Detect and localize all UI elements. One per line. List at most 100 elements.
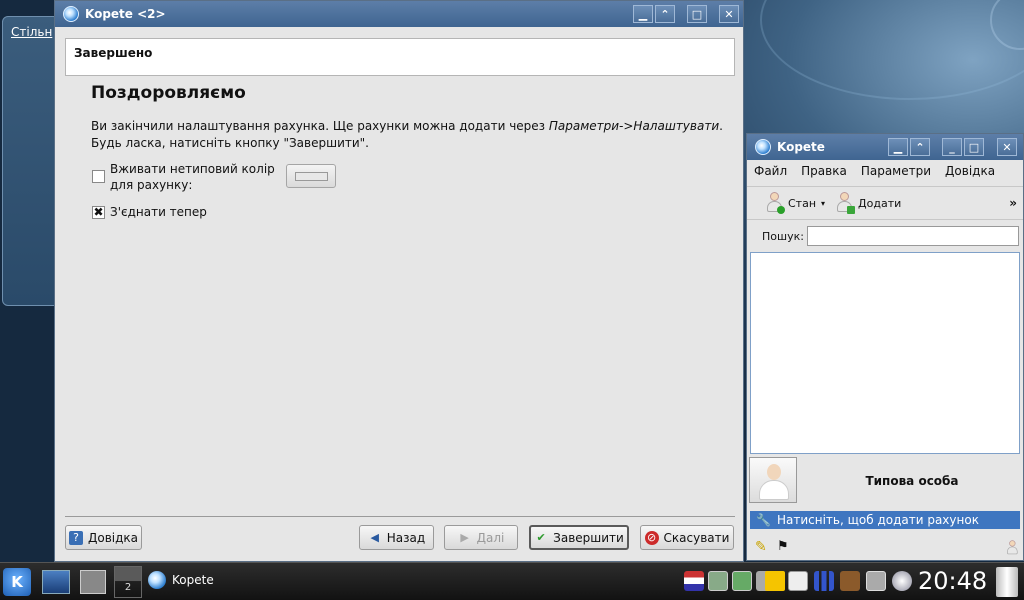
cancel-icon: ⊘	[644, 530, 659, 545]
add-label: Додати	[858, 196, 902, 210]
status-label: Стан	[788, 196, 817, 210]
connect-now-label[interactable]: З'єднати тепер	[110, 204, 207, 220]
kopete-app-icon	[755, 139, 771, 155]
page-header: Завершено	[65, 38, 735, 76]
flag-icon[interactable]: ⚑	[777, 539, 789, 554]
arrow-right-icon: ▶	[460, 530, 469, 544]
menu-help[interactable]: Довідка	[938, 164, 1002, 178]
keep-above-button[interactable]: ⌃	[655, 5, 675, 23]
wizard-window: Kopete <2> ▁ ⌃ □ ✕ Завершено Поздоровляє…	[54, 0, 744, 562]
minimize-button[interactable]: ▁	[633, 5, 653, 23]
checkmark-icon: ✔	[536, 530, 546, 544]
back-button[interactable]: ◀ Назад	[359, 525, 434, 550]
maximize-button[interactable]: □	[964, 138, 984, 156]
description-line1: Ви закінчили налаштування рахунка. Ще ра…	[91, 119, 549, 133]
kde-menu-icon[interactable]: K	[3, 568, 31, 596]
add-user-icon	[835, 192, 856, 214]
finish-label: Завершити	[553, 530, 624, 545]
minimize-button[interactable]: ▁	[888, 138, 908, 156]
wallet-icon[interactable]	[840, 571, 860, 591]
pager-desktop-1[interactable]	[115, 567, 141, 582]
description-menu-path: Параметри->Налаштувати	[548, 119, 720, 133]
signal-icon[interactable]	[814, 571, 834, 591]
avatar-body	[759, 480, 789, 500]
help-icon: ?	[68, 530, 83, 545]
main-toolbar: Стан ▾ Додати »	[747, 186, 1023, 220]
help-label: Довідка	[87, 530, 139, 545]
cancel-label: Скасувати	[663, 530, 730, 545]
kopete-titlebar[interactable]: Kopete ▁ ⌃ _ □ ✕	[747, 134, 1023, 160]
taskbar-task-kopete[interactable]: Kopete	[148, 571, 214, 589]
menu-edit[interactable]: Правка	[794, 164, 854, 178]
button-separator	[65, 516, 735, 517]
keep-above-button[interactable]: ⌃	[910, 138, 930, 156]
trash-icon[interactable]	[996, 567, 1018, 597]
menu-file[interactable]: Файл	[747, 164, 794, 178]
custom-color-label-line2: для рахунку:	[110, 178, 193, 192]
add-account-hint[interactable]: 🔧 Натисніть, щоб додати рахунок	[750, 511, 1020, 529]
cancel-button[interactable]: ⊘ Скасувати	[640, 525, 734, 550]
identity-name[interactable]: Типова особа	[807, 474, 1017, 488]
color-picker-button[interactable]	[286, 164, 336, 188]
pager[interactable]: 2	[114, 566, 142, 598]
status-button[interactable]: Стан ▾	[765, 192, 825, 214]
kopete-app-icon	[63, 6, 79, 22]
keyboard-layout-flag-icon[interactable]	[684, 571, 704, 591]
custom-color-checkbox[interactable]	[92, 170, 105, 183]
color-swatch	[295, 172, 328, 181]
description-line2: Будь ласка, натисніть кнопку "Завершити"…	[91, 136, 369, 150]
description-period: .	[719, 119, 723, 133]
custom-color-label-line1: Вживати нетиповий колір	[110, 162, 275, 176]
toolbar-overflow-button[interactable]: »	[1009, 196, 1017, 210]
search-input[interactable]	[807, 226, 1019, 246]
wallpaper-swirl	[760, 0, 1024, 100]
add-contact-button[interactable]: Додати	[835, 192, 901, 214]
folder-icon[interactable]	[765, 571, 785, 591]
wizard-title: Kopete <2>	[85, 7, 166, 21]
page-header-title: Завершено	[74, 46, 153, 60]
back-label: Назад	[386, 530, 426, 545]
maximize-button[interactable]: □	[687, 5, 707, 23]
file-manager-icon[interactable]	[80, 570, 106, 594]
task-label: Kopete	[172, 573, 214, 587]
account-status-icon[interactable]	[1006, 540, 1019, 555]
finish-button[interactable]: ✔ Завершити	[529, 525, 629, 550]
kopete-tray-icon[interactable]	[892, 571, 912, 591]
next-label: Далі	[476, 530, 505, 545]
shade-button[interactable]: _	[942, 138, 962, 156]
connect-now-checkbox[interactable]: ✖	[92, 206, 105, 219]
volume-icon[interactable]	[866, 571, 886, 591]
user-status-icon	[765, 192, 785, 214]
klipper-icon[interactable]	[708, 571, 728, 591]
clipboard-icon[interactable]	[788, 571, 808, 591]
background-window-label[interactable]: Стільн	[11, 25, 52, 39]
search-label: Пошук:	[762, 230, 804, 243]
wrench-icon: 🔧	[756, 513, 771, 527]
close-button[interactable]: ✕	[997, 138, 1017, 156]
kopete-title: Kopete	[777, 140, 825, 154]
close-button[interactable]: ✕	[719, 5, 739, 23]
clock[interactable]: 20:48	[918, 567, 987, 595]
arrow-left-icon: ◀	[370, 530, 380, 544]
search-row: Пошук:	[747, 224, 1023, 248]
page-heading: Поздоровляємо	[91, 83, 246, 103]
background-window[interactable]: Стільн	[2, 16, 62, 306]
custom-color-label[interactable]: Вживати нетиповий колір для рахунку:	[110, 161, 275, 193]
edit-status-icon[interactable]: ✎	[755, 539, 767, 555]
description-text: Ви закінчили налаштування рахунка. Ще ра…	[91, 118, 731, 152]
add-account-hint-label: Натисніть, щоб додати рахунок	[776, 513, 979, 527]
avatar[interactable]	[749, 457, 797, 503]
desktop-icon[interactable]	[42, 570, 70, 594]
wizard-titlebar[interactable]: Kopete <2> ▁ ⌃ □ ✕	[55, 1, 743, 27]
contact-list[interactable]	[750, 252, 1020, 454]
next-button[interactable]: ▶ Далі	[444, 525, 518, 550]
menu-settings[interactable]: Параметри	[854, 164, 938, 178]
menu-bar: Файл Правка Параметри Довідка	[747, 160, 1023, 182]
pager-desktop-2[interactable]: 2	[115, 582, 141, 597]
taskbar: K 2 Kopete 20:48	[0, 562, 1024, 600]
kopete-task-icon	[148, 571, 166, 589]
help-button[interactable]: ? Довідка	[65, 525, 142, 550]
kopete-window: Kopete ▁ ⌃ _ □ ✕ Файл Правка Параметри Д…	[746, 133, 1024, 561]
device-notifier-icon[interactable]	[732, 571, 752, 591]
avatar-head	[767, 464, 781, 480]
